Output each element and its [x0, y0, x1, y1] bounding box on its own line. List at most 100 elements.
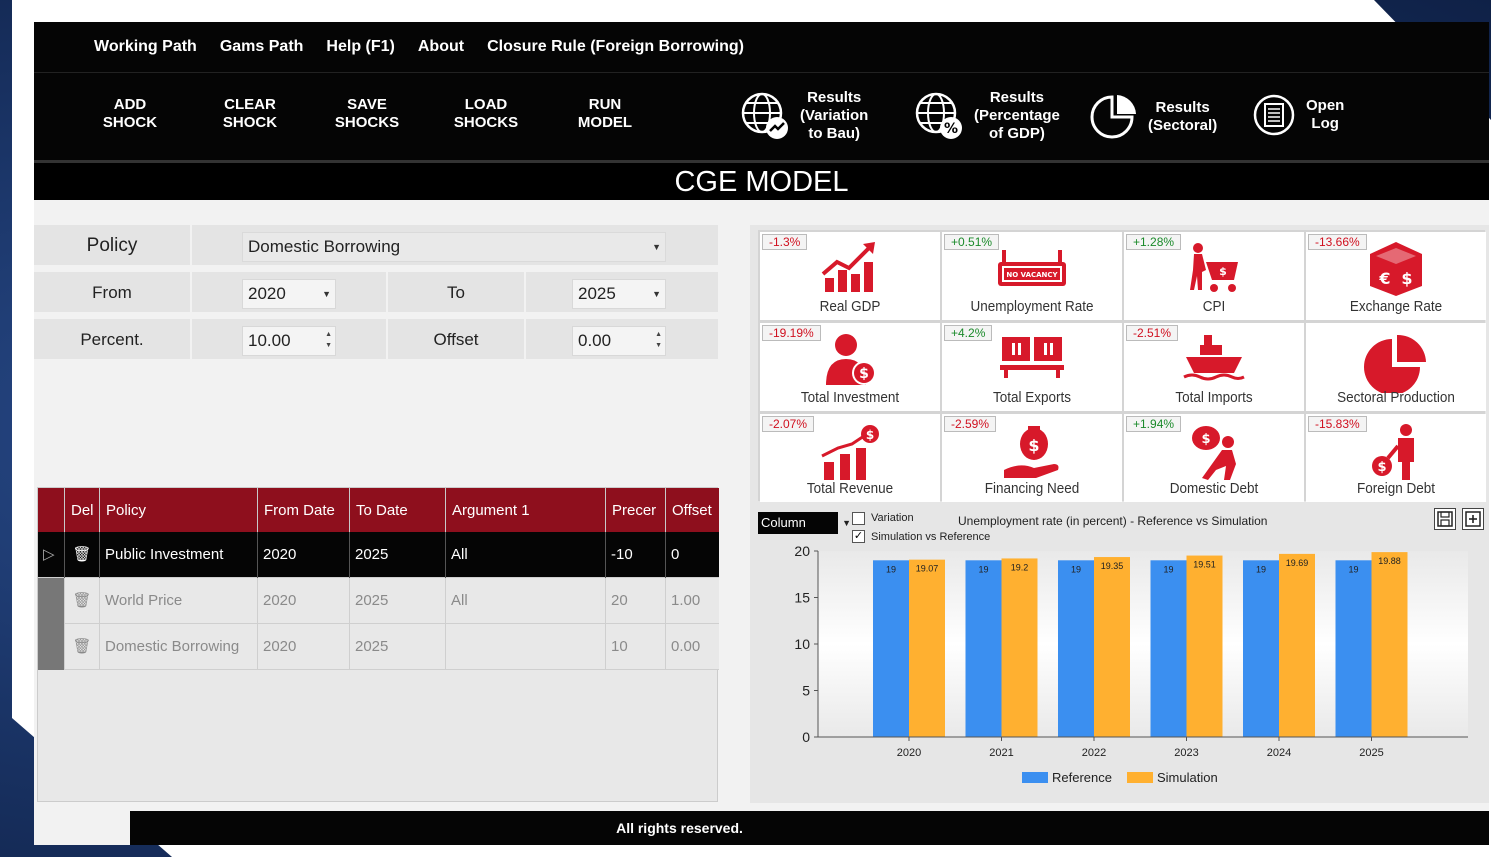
svg-text:$: $ [1219, 265, 1227, 278]
menu-about[interactable]: About [418, 38, 464, 56]
menu-help[interactable]: Help (F1) [326, 38, 394, 56]
delete-icon[interactable]: 🗑 [64, 624, 99, 670]
row-header[interactable] [38, 578, 64, 624]
col-percent[interactable]: Precer [605, 488, 665, 532]
table-row[interactable]: ▷ 🗑 Public Investment 2020 2025 All -10 … [38, 532, 719, 578]
clear-shock-button[interactable]: CLEAR SHOCK [210, 96, 290, 132]
debt-burden-icon: $ [1192, 426, 1236, 480]
chart-title: Unemployment rate (in percent) - Referen… [958, 514, 1268, 528]
results-gdp-label: Results (Percentage of GDP) [974, 89, 1060, 142]
table-row[interactable]: 🗑 World Price 2020 2025 All 20 1.00 [38, 578, 719, 624]
tile-label: CPI [1202, 298, 1226, 315]
cell-to[interactable]: 2025 [349, 532, 445, 578]
cell-to[interactable]: 2025 [349, 624, 445, 670]
svg-text:$: $ [866, 428, 874, 442]
cell-offset[interactable]: 1.00 [665, 578, 719, 624]
cell-argument[interactable]: All [445, 532, 605, 578]
tile-cpi[interactable]: +1.28% $ CPI [1124, 232, 1304, 320]
results-sectoral-button[interactable]: Results (Sectoral) [1090, 93, 1217, 141]
results-gdp-button[interactable]: % Results (Percentage of GDP) [914, 89, 1060, 143]
row-header[interactable] [38, 624, 64, 670]
tile-foreign-debt[interactable]: -15.83% $ Foreign Debt [1306, 414, 1486, 502]
load-shocks-button[interactable]: LOAD SHOCKS [444, 96, 528, 132]
cell-argument[interactable]: All [445, 578, 605, 624]
x-tick-label: 2022 [1082, 747, 1106, 759]
x-tick-label: 2023 [1174, 747, 1198, 759]
delete-icon[interactable]: 🗑 [64, 578, 99, 624]
data-label: 19 [1071, 564, 1081, 574]
cell-policy[interactable]: Public Investment [99, 532, 257, 578]
expand-icon[interactable] [1462, 508, 1484, 530]
cell-policy[interactable]: World Price [99, 578, 257, 624]
cell-to[interactable]: 2025 [349, 578, 445, 624]
from-dropdown[interactable]: 2020 ▼ [242, 279, 336, 309]
tile-label: Financing Need [984, 480, 1080, 497]
cell-argument[interactable] [445, 624, 605, 670]
cell-percent[interactable]: 10 [605, 624, 665, 670]
cell-offset[interactable]: 0 [665, 532, 719, 578]
chevron-down-icon: ▼ [842, 518, 851, 528]
table-row[interactable]: 🗑 Domestic Borrowing 2020 2025 10 0.00 [38, 624, 719, 670]
tile-domestic-debt[interactable]: +1.94% $ Domestic Debt [1124, 414, 1304, 502]
menu-working-path[interactable]: Working Path [94, 38, 197, 56]
col-from-date[interactable]: From Date [257, 488, 349, 532]
tile-pct: -1.3% [762, 234, 808, 250]
cell-percent[interactable]: -10 [605, 532, 665, 578]
menu-gams-path[interactable]: Gams Path [220, 38, 304, 56]
col-to-date[interactable]: To Date [349, 488, 445, 532]
cell-percent[interactable]: 20 [605, 578, 665, 624]
percent-stepper[interactable]: 10.00 ▲ ▼ [242, 326, 336, 356]
tile-exchange-rate[interactable]: -13.66% € $ Exchange Rate [1306, 232, 1486, 320]
cell-from[interactable]: 2020 [257, 532, 349, 578]
cell-from[interactable]: 2020 [257, 578, 349, 624]
tile-pct: -15.83% [1308, 416, 1367, 432]
offset-stepper[interactable]: 0.00 ▲ ▼ [572, 326, 666, 356]
svg-text:$: $ [1028, 436, 1039, 455]
policy-dropdown[interactable]: Domestic Borrowing ▼ [242, 232, 666, 262]
x-tick-label: 2021 [989, 747, 1013, 759]
run-model-button[interactable]: RUN MODEL [568, 96, 642, 132]
data-label: 19.88 [1378, 556, 1401, 566]
y-tick-label: 0 [802, 729, 810, 745]
col-offset[interactable]: Offset [665, 488, 719, 532]
menu-closure-rule[interactable]: Closure Rule (Foreign Borrowing) [487, 38, 744, 56]
from-label: From [92, 283, 132, 302]
tile-total-investment[interactable]: -19.19% $ Total Investment [760, 323, 940, 411]
add-shock-button[interactable]: ADD SHOCK [92, 96, 168, 132]
col-del[interactable]: Del [64, 488, 99, 532]
open-log-button[interactable]: Open Log [1252, 93, 1344, 137]
tile-unemployment[interactable]: +0.51% NO VACANCY Unemployment Rate [942, 232, 1122, 320]
sim-vs-ref-label: Simulation vs Reference [871, 531, 991, 543]
chart-type-value: Column [761, 515, 806, 530]
tile-total-imports[interactable]: -2.51% Total Imports [1124, 323, 1304, 411]
tile-total-revenue[interactable]: -2.07% $ Total Revenue [760, 414, 940, 502]
offset-label: Offset [433, 330, 479, 349]
tile-real-gdp[interactable]: -1.3% Real GDP [760, 232, 940, 320]
save-shocks-button[interactable]: SAVE SHOCKS [326, 96, 408, 132]
col-policy[interactable]: Policy [99, 488, 257, 532]
save-icon[interactable] [1434, 508, 1456, 530]
results-variation-button[interactable]: Results (Variation to Bau) [740, 89, 868, 143]
tile-total-exports[interactable]: +4.2% Total Exports [942, 323, 1122, 411]
results-sectoral-label: Results (Sectoral) [1148, 99, 1218, 134]
delete-icon[interactable]: 🗑 [64, 532, 99, 578]
tile-financing-need[interactable]: -2.59% $ Financing Need [942, 414, 1122, 502]
tile-sectoral-production[interactable]: Sectoral Production [1306, 323, 1486, 411]
y-tick-label: 5 [802, 683, 810, 699]
variation-checkbox[interactable] [852, 512, 865, 525]
cell-policy[interactable]: Domestic Borrowing [99, 624, 257, 670]
spin-arrows-icon[interactable]: ▲ ▼ [655, 329, 662, 351]
tile-label: Total Revenue [806, 480, 894, 497]
chart-type-dropdown[interactable]: Column ▼ [758, 512, 851, 534]
tile-pct: -19.19% [762, 325, 821, 341]
bar-simulation [1279, 553, 1315, 737]
cell-offset[interactable]: 0.00 [665, 624, 719, 670]
cell-from[interactable]: 2020 [257, 624, 349, 670]
sim-vs-ref-checkbox[interactable]: ✓ [852, 530, 865, 543]
col-argument[interactable]: Argument 1 [445, 488, 605, 532]
spin-arrows-icon[interactable]: ▲ ▼ [325, 329, 332, 351]
to-dropdown[interactable]: 2025 ▼ [572, 279, 666, 309]
bar-reference [1058, 560, 1094, 737]
data-label: 19.51 [1193, 560, 1216, 570]
bar-reference [1335, 560, 1372, 737]
